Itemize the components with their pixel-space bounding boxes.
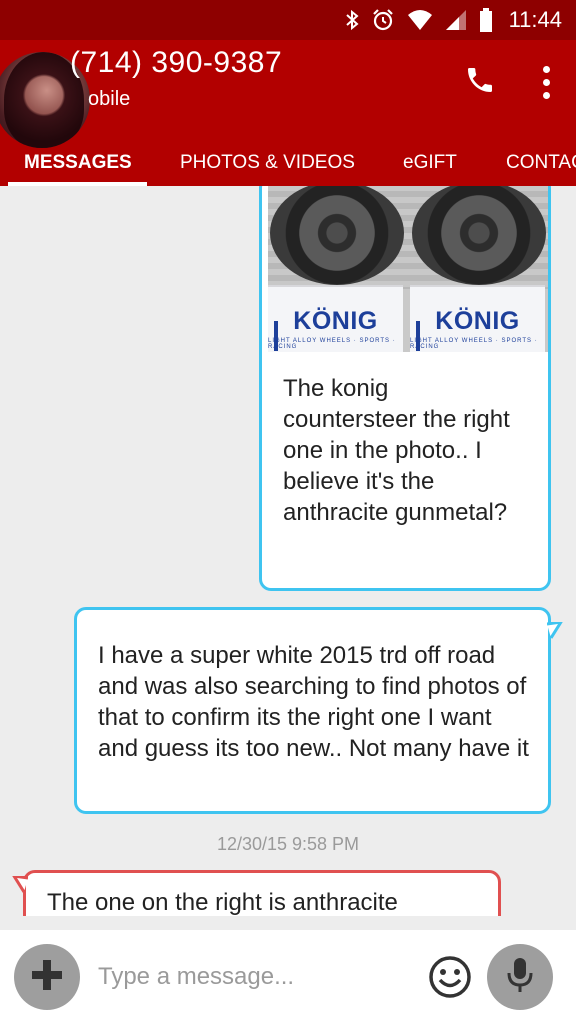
message-text: The konig countersteer the right one in …: [283, 375, 510, 526]
microphone-icon: [505, 956, 535, 999]
konig-box-left: KÖNIG LIGHT ALLOY WHEELS · SPORTS · RACI…: [268, 285, 403, 352]
smiley-icon: [429, 956, 471, 998]
tab-photos-videos[interactable]: PHOTOS & VIDEOS: [180, 140, 355, 186]
emoji-button[interactable]: [428, 955, 472, 999]
more-vert-icon: [542, 65, 550, 73]
contact-type: obile: [88, 88, 131, 110]
bubble-tail-icon: [547, 622, 563, 639]
wheel-image-right: [412, 186, 546, 285]
message-text: I have a super white 2015 trd off road a…: [98, 642, 529, 762]
signal-icon: [445, 8, 467, 32]
voice-input-button[interactable]: [487, 944, 553, 1010]
message-timestamp: 12/30/15 9:58 PM: [216, 834, 360, 854]
status-bar: 11:44: [0, 0, 576, 40]
tab-contact[interactable]: CONTAC: [506, 140, 576, 186]
plus-icon: [30, 958, 64, 997]
message-bubble-incoming[interactable]: KÖNIG LIGHT ALLOY WHEELS · SPORTS · RACI…: [259, 186, 551, 591]
status-time: 11:44: [508, 7, 562, 32]
bubble-tail-icon: [12, 876, 28, 893]
message-input[interactable]: [98, 954, 418, 1000]
more-options-button[interactable]: [532, 62, 560, 102]
call-button[interactable]: [460, 62, 500, 102]
conversation-header: (714) 390-9387 obile MESSAGES PHOTOS & V…: [0, 40, 576, 186]
message-bubble-outgoing[interactable]: I have a super white 2015 trd off road a…: [74, 607, 551, 814]
contact-number: (714) 390-9387: [70, 46, 283, 79]
tab-bar: MESSAGES PHOTOS & VIDEOS eGIFT CONTAC: [0, 140, 576, 186]
konig-logo: KÖNIG: [435, 307, 520, 335]
bluetooth-icon: [345, 8, 359, 32]
message-text: The one on the right is anthracite: [47, 889, 398, 916]
battery-icon: [479, 8, 493, 32]
message-bubble-incoming[interactable]: The one on the right is anthracite: [23, 870, 501, 916]
message-composer: [0, 930, 576, 1024]
konig-box-right: KÖNIG LIGHT ALLOY WHEELS · SPORTS · RACI…: [410, 285, 545, 352]
wheel-image-left: [270, 186, 404, 285]
alarm-icon: [371, 8, 395, 32]
message-photo[interactable]: KÖNIG LIGHT ALLOY WHEELS · SPORTS · RACI…: [268, 186, 548, 352]
phone-icon: [464, 64, 496, 101]
attach-button[interactable]: [14, 944, 80, 1010]
conversation-list[interactable]: KÖNIG LIGHT ALLOY WHEELS · SPORTS · RACI…: [0, 186, 576, 916]
konig-logo: KÖNIG: [293, 307, 378, 335]
tab-egift[interactable]: eGIFT: [403, 140, 457, 186]
tab-messages[interactable]: MESSAGES: [24, 140, 134, 186]
wifi-icon: [407, 8, 433, 32]
